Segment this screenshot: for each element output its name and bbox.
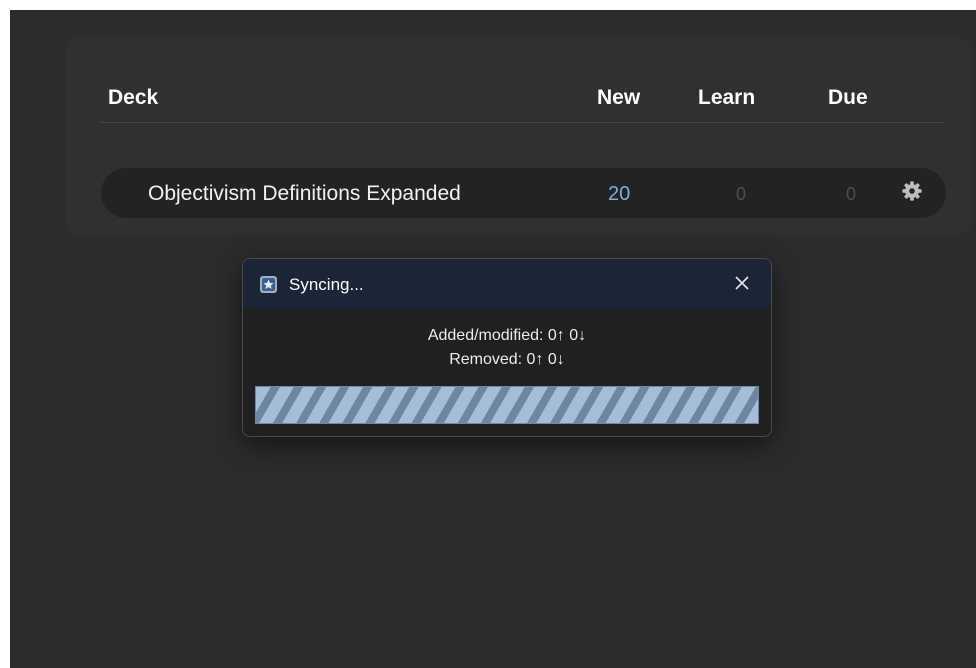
removed-status: Removed: 0↑ 0↓ — [449, 351, 565, 368]
header-divider — [100, 122, 945, 123]
learn-count: 0 — [736, 184, 747, 204]
sync-dialog: Syncing... Added/modified: 0↑ 0↓ Removed… — [242, 258, 772, 437]
column-header-learn: Learn — [698, 86, 756, 109]
added-modified-status: Added/modified: 0↑ 0↓ — [427, 327, 587, 344]
dialog-title: Syncing... — [289, 275, 364, 294]
column-header-new: New — [597, 86, 641, 109]
close-icon[interactable] — [732, 273, 752, 293]
column-header-deck: Deck — [108, 86, 159, 109]
due-count: 0 — [846, 184, 857, 204]
deck-name-link[interactable]: Objectivism Definitions Expanded — [148, 182, 461, 206]
new-count: 20 — [608, 183, 631, 205]
anki-app-icon — [260, 276, 277, 293]
column-header-due: Due — [828, 86, 868, 109]
gear-icon[interactable] — [901, 180, 923, 202]
sync-progress-bar — [255, 386, 759, 424]
dialog-titlebar: Syncing... — [243, 259, 771, 309]
